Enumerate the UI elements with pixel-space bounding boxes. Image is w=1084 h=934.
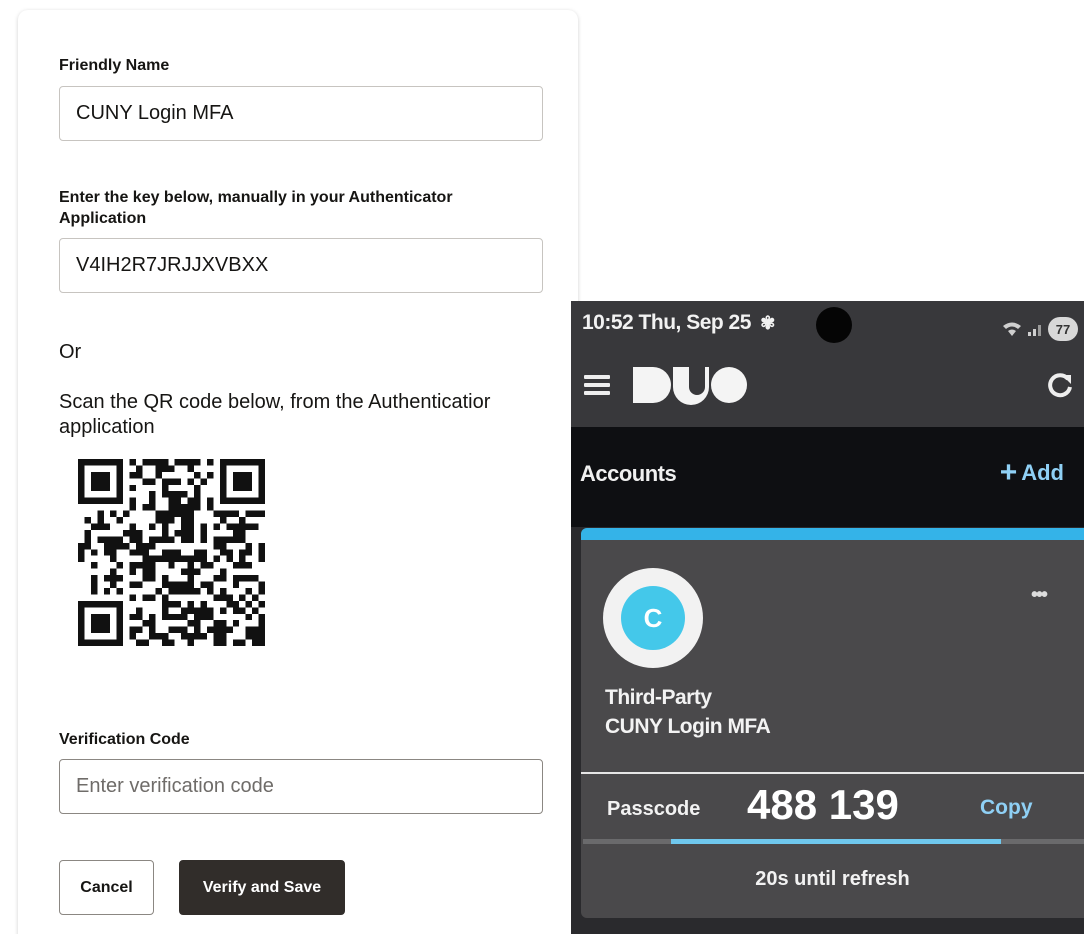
scan-text-line2: application	[59, 416, 155, 438]
cancel-button[interactable]: Cancel	[59, 860, 154, 915]
or-text: Or	[59, 341, 82, 363]
account-divider	[581, 772, 1084, 774]
accounts-header: Accounts + Add	[571, 427, 1084, 527]
account-card[interactable]: C ••• Third-Party CUNY Login MFA Passcod…	[581, 528, 1084, 918]
add-account-button[interactable]: + Add	[999, 456, 1064, 489]
duo-app-bar	[571, 349, 1084, 427]
duo-phone-screenshot: 10:52 Thu, Sep 25 ✾ 77 Accounts + Add C …	[571, 301, 1084, 934]
verification-code-field[interactable]	[59, 759, 543, 814]
friendly-name-value: CUNY Login MFA	[76, 102, 234, 124]
manual-key-label: Enter the key below, manually in your Au…	[59, 187, 453, 229]
manual-key-field[interactable]: V4IH2R7JRJJXVBXX	[59, 238, 543, 293]
account-card-accent	[581, 528, 1084, 540]
status-time: 10:52 Thu, Sep 25 ✾	[582, 311, 775, 334]
account-name: CUNY Login MFA	[605, 715, 771, 738]
front-camera	[816, 307, 852, 343]
battery-icon: 77	[1048, 317, 1078, 341]
plus-icon: +	[999, 456, 1018, 489]
passcode-label: Passcode	[607, 798, 701, 820]
refresh-icon[interactable]	[1046, 371, 1074, 399]
scan-text-line1: Scan the QR code below, from the Authent…	[59, 391, 491, 413]
refresh-progress-fill	[671, 839, 1001, 844]
add-label: Add	[1021, 460, 1064, 485]
accounts-label: Accounts	[580, 461, 677, 486]
manual-key-value: V4IH2R7JRJJXVBXX	[76, 254, 269, 276]
verification-code-label: Verification Code	[59, 731, 190, 748]
friendly-name-field[interactable]: CUNY Login MFA	[59, 86, 543, 141]
verify-and-save-button[interactable]: Verify and Save	[179, 860, 345, 915]
copy-passcode-button[interactable]: Copy	[980, 796, 1033, 820]
passcode-value: 488 139	[747, 781, 899, 828]
status-icons: 77	[1002, 317, 1078, 341]
account-avatar: C	[603, 568, 703, 668]
avatar-letter: C	[621, 586, 685, 650]
wifi-icon	[1003, 322, 1021, 336]
account-type: Third-Party	[605, 686, 712, 709]
duo-logo	[633, 367, 747, 405]
qr-code-image	[78, 459, 265, 646]
refresh-countdown: 20s until refresh	[755, 868, 910, 890]
verification-code-input[interactable]	[76, 760, 542, 813]
manual-key-label-line2: Application	[59, 210, 147, 227]
more-options-icon[interactable]: •••	[1031, 584, 1048, 607]
menu-icon[interactable]	[584, 375, 610, 395]
phone-status-bar: 10:52 Thu, Sep 25 ✾ 77	[571, 301, 1084, 349]
notification-icon: ✾	[760, 313, 775, 333]
friendly-name-label: Friendly Name	[59, 57, 170, 74]
signal-icon	[1028, 325, 1041, 336]
scan-qr-instructions: Scan the QR code below, from the Authent…	[59, 390, 490, 440]
manual-key-label-line1: Enter the key below, manually in your Au…	[59, 189, 453, 206]
